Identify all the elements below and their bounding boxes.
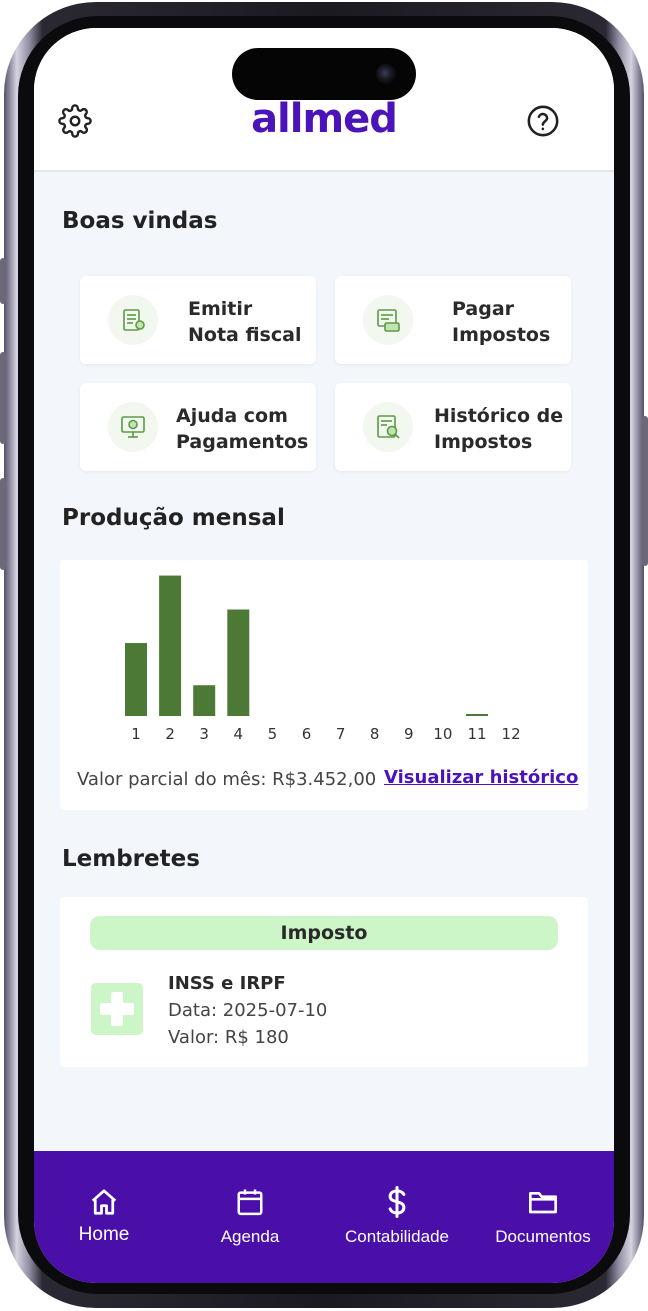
partial-value-label: Valor parcial do mês: R$3.452,00 bbox=[77, 769, 377, 790]
help-circle-icon[interactable] bbox=[526, 104, 560, 138]
reminder-value: Valor: R$ 180 bbox=[168, 1027, 289, 1048]
volume-down-button bbox=[0, 478, 6, 570]
invoice-icon bbox=[108, 295, 158, 345]
nav-documents[interactable]: Documentos bbox=[473, 1185, 613, 1247]
chart-tick-label-2: 2 bbox=[165, 725, 175, 743]
reminder-card[interactable]: Imposto INSS e IRPF Data: 2025-07-10 Val… bbox=[60, 897, 588, 1067]
folder-icon bbox=[529, 1192, 557, 1214]
nav-agenda[interactable]: Agenda bbox=[180, 1185, 320, 1247]
nav-home-label: Home bbox=[78, 1224, 130, 1245]
power-button bbox=[642, 416, 648, 566]
volume-up-button bbox=[0, 352, 6, 444]
chart-tick-label-9: 9 bbox=[404, 725, 414, 743]
chart-tick-label-3: 3 bbox=[199, 725, 209, 743]
chart-tick-label-8: 8 bbox=[370, 725, 380, 743]
chart-tick-label-5: 5 bbox=[268, 725, 278, 743]
chart-tick-label-4: 4 bbox=[234, 725, 244, 743]
nav-documents-label: Documentos bbox=[495, 1227, 591, 1246]
welcome-title: Boas vindas bbox=[62, 208, 218, 234]
tax-history-icon bbox=[363, 402, 413, 452]
chart-bar-11 bbox=[466, 714, 488, 716]
nav-agenda-label: Agenda bbox=[220, 1227, 280, 1246]
nav-home[interactable]: Home bbox=[34, 1185, 174, 1246]
medical-plus-icon bbox=[91, 983, 143, 1035]
chart-bar-3 bbox=[193, 685, 216, 716]
production-title: Produção mensal bbox=[62, 505, 285, 531]
emit-invoice-label: Emitir Nota fiscal bbox=[188, 298, 302, 346]
chart-tick-label-11: 11 bbox=[467, 725, 486, 743]
chart-bar-4 bbox=[227, 609, 250, 716]
payment-help-label: Ajuda com Pagamentos bbox=[176, 405, 309, 453]
payment-help-card[interactable]: Ajuda com Pagamentos bbox=[80, 383, 316, 471]
chart-bar-2 bbox=[159, 575, 182, 716]
production-chart-card: 1 2 3 4 5 6 7 8 9 10 11 12 Valor parcial do mês: R$… bbox=[60, 560, 588, 810]
screen: allmed Boas vindas Emitir Nota fiscal Pa… bbox=[34, 28, 614, 1283]
tax-payment-icon bbox=[363, 295, 413, 345]
pay-taxes-label: Pagar Impostos bbox=[452, 298, 551, 346]
calendar-icon bbox=[237, 1189, 263, 1216]
dynamic-island bbox=[232, 48, 416, 100]
reminder-title: INSS e IRPF bbox=[168, 973, 286, 994]
chart-tick-label-10: 10 bbox=[433, 725, 452, 743]
chart-bar-1 bbox=[125, 643, 147, 716]
chart-tick-label-1: 1 bbox=[131, 725, 141, 743]
view-history-link[interactable]: Visualizar histórico bbox=[384, 767, 578, 788]
chart-tick-label-6: 6 bbox=[302, 725, 312, 743]
front-camera bbox=[376, 64, 396, 84]
reminder-date: Data: 2025-07-10 bbox=[168, 1000, 328, 1021]
nav-accounting[interactable]: Contabilidade bbox=[327, 1185, 467, 1247]
emit-invoice-card[interactable]: Emitir Nota fiscal bbox=[80, 276, 316, 364]
nav-accounting-label: Contabilidade bbox=[345, 1227, 449, 1246]
home-content: Boas vindas Emitir Nota fiscal Pagar Imp… bbox=[34, 172, 614, 1151]
tax-history-label: Histórico de Impostos bbox=[434, 405, 564, 453]
reminders-title: Lembretes bbox=[62, 846, 200, 872]
pay-taxes-card[interactable]: Pagar Impostos bbox=[335, 276, 571, 364]
chart-tick-label-12: 12 bbox=[502, 725, 521, 743]
tax-history-card[interactable]: Histórico de Impostos bbox=[335, 383, 571, 471]
silent-switch bbox=[0, 258, 6, 304]
home-icon bbox=[91, 1189, 117, 1215]
payment-help-icon bbox=[108, 402, 158, 452]
dollar-icon bbox=[388, 1186, 406, 1218]
bottom-nav: Home Agenda Contabilidade Documentos bbox=[34, 1151, 614, 1283]
chart-tick-label-7: 7 bbox=[336, 725, 346, 743]
reminder-tag: Imposto bbox=[90, 916, 558, 950]
production-bar-chart: 1 2 3 4 5 6 7 8 9 10 11 12 bbox=[125, 575, 521, 743]
